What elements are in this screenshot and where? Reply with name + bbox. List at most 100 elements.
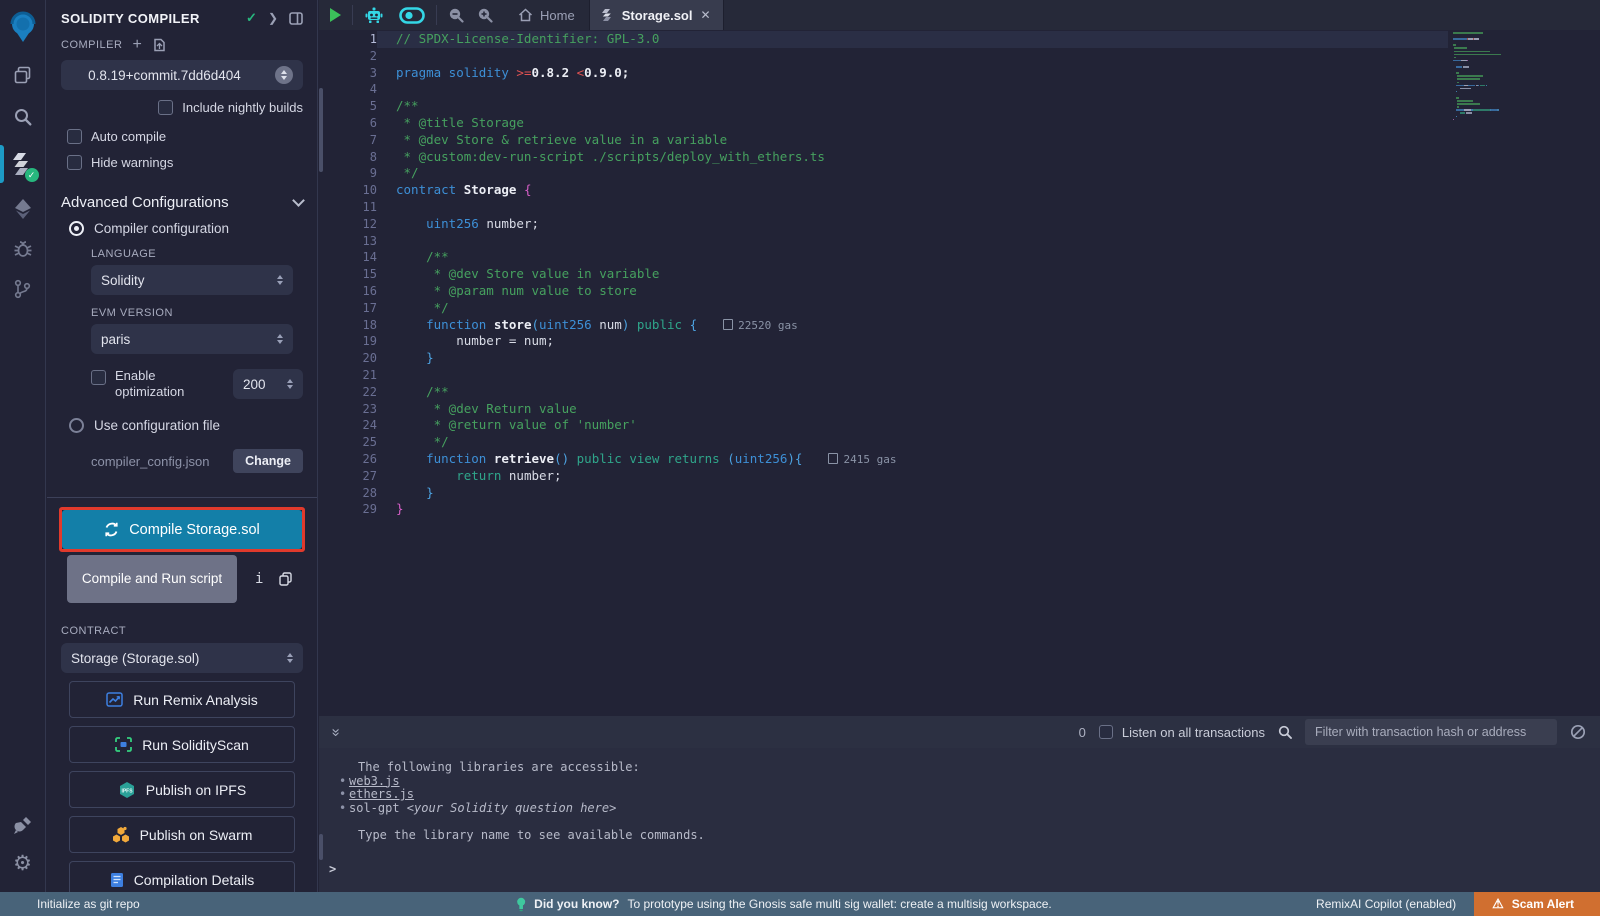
file-explorer-icon[interactable] bbox=[0, 56, 46, 94]
deploy-run-icon[interactable] bbox=[0, 190, 46, 228]
tab-storage-sol[interactable]: Storage.sol ✕ bbox=[589, 0, 724, 30]
run-remix-analysis-button[interactable]: Run Remix Analysis bbox=[69, 681, 295, 718]
transaction-filter-input[interactable] bbox=[1305, 719, 1557, 745]
version-sort-icon bbox=[275, 66, 293, 84]
compile-button-label: Compile Storage.sol bbox=[129, 522, 260, 538]
solidity-compiler-panel: SOLIDITY COMPILER ✓ ❯ COMPILER + 0.8.19+… bbox=[47, 0, 318, 892]
language-label: LANGUAGE bbox=[91, 248, 303, 260]
status-bar: Initialize as git repo Did you know? To … bbox=[0, 892, 1600, 916]
hide-warnings-checkbox[interactable] bbox=[67, 155, 82, 170]
split-panel-icon[interactable] bbox=[289, 12, 303, 25]
terminal-collapse-icon[interactable]: « bbox=[327, 728, 344, 736]
info-icon[interactable]: i bbox=[255, 571, 263, 587]
chevron-right-icon[interactable]: ❯ bbox=[268, 11, 278, 25]
add-compiler-icon[interactable]: + bbox=[132, 36, 141, 54]
code-line: * @dev Store & retrieve value in a varia… bbox=[377, 132, 1448, 149]
remix-logo-icon[interactable] bbox=[0, 6, 46, 48]
include-nightly-checkbox[interactable] bbox=[158, 100, 173, 115]
optimization-runs-input[interactable]: 200 bbox=[233, 369, 303, 399]
ai-robot-icon bbox=[364, 5, 384, 25]
compile-success-badge: ✓ bbox=[25, 168, 39, 182]
code-line: */ bbox=[377, 434, 1448, 451]
terminal-scrollbar[interactable] bbox=[319, 834, 323, 860]
open-file-icon[interactable] bbox=[152, 38, 166, 52]
code-line: /** bbox=[377, 384, 1448, 401]
language-value: Solidity bbox=[101, 273, 145, 288]
transaction-count: 0 bbox=[1079, 725, 1086, 740]
listen-transactions-checkbox[interactable] bbox=[1099, 725, 1113, 739]
remix-ai-button[interactable] bbox=[353, 0, 395, 30]
library-link[interactable]: ethers.js bbox=[349, 787, 414, 801]
code-editor[interactable]: 1234567891011121314151617181920212223242… bbox=[319, 30, 1600, 716]
tip-text: To prototype using the Gnosis safe multi… bbox=[628, 897, 1052, 911]
advanced-configurations-label: Advanced Configurations bbox=[61, 194, 229, 211]
evm-version-select[interactable]: paris bbox=[91, 324, 293, 354]
search-icon[interactable] bbox=[0, 98, 46, 136]
compilation-details-label: Compilation Details bbox=[134, 872, 255, 888]
run-solidityscan-button[interactable]: Run SolidityScan bbox=[69, 726, 295, 763]
listen-transactions-label: Listen on all transactions bbox=[1122, 725, 1265, 740]
publish-on-ipfs-button[interactable]: IPFS Publish on IPFS bbox=[69, 771, 295, 808]
scam-alert-button[interactable]: ⚠ Scam Alert bbox=[1474, 892, 1600, 916]
compiler-version-select[interactable]: 0.8.19+commit.7dd6d404 bbox=[61, 60, 303, 90]
lightbulb-icon bbox=[516, 897, 526, 912]
panel-scrollbar[interactable] bbox=[319, 88, 323, 172]
ai-toggle-icon bbox=[399, 7, 425, 24]
tab-close-icon[interactable]: ✕ bbox=[700, 8, 710, 22]
editor-minimap[interactable] bbox=[1448, 32, 1600, 716]
run-script-button[interactable] bbox=[319, 0, 352, 30]
terminal-line: •sol-gpt <your Solidity question here> bbox=[339, 802, 1600, 816]
compile-tooltip: Compile and Run script bbox=[67, 555, 237, 603]
compiler-version-value: 0.8.19+commit.7dd6d404 bbox=[88, 68, 241, 83]
enable-optimization-checkbox[interactable] bbox=[91, 370, 106, 385]
settings-gear-icon[interactable]: ⚙ bbox=[0, 844, 46, 882]
git-icon[interactable] bbox=[0, 270, 46, 308]
optimization-runs-value: 200 bbox=[243, 377, 266, 392]
git-init-status[interactable]: Initialize as git repo bbox=[37, 897, 140, 911]
terminal-line bbox=[339, 815, 1600, 829]
home-icon bbox=[518, 8, 533, 22]
solidity-compiler-icon[interactable]: ✓ bbox=[0, 142, 46, 186]
gas-estimate: 2415 gas bbox=[828, 453, 896, 466]
refresh-icon bbox=[104, 522, 119, 537]
auto-compile-checkbox[interactable] bbox=[67, 129, 82, 144]
chevron-down-icon bbox=[292, 194, 305, 207]
compilation-details-button[interactable]: Compilation Details bbox=[69, 861, 295, 892]
advanced-configurations-header[interactable]: Advanced Configurations bbox=[61, 194, 303, 211]
svg-text:IPFS: IPFS bbox=[121, 788, 133, 794]
plugin-manager-icon[interactable] bbox=[0, 806, 46, 844]
code-line bbox=[377, 233, 1448, 250]
line-number-gutter: 1234567891011121314151617181920212223242… bbox=[319, 31, 377, 518]
copy-icon[interactable] bbox=[279, 572, 292, 586]
evm-version-label: EVM VERSION bbox=[91, 307, 303, 319]
code-line bbox=[377, 199, 1448, 216]
code-line: * @param num value to store bbox=[377, 283, 1448, 300]
compile-button[interactable]: Compile Storage.sol bbox=[62, 510, 302, 549]
code-line: */ bbox=[377, 165, 1448, 182]
code-line: } bbox=[377, 501, 1448, 518]
block-circle-icon[interactable] bbox=[1570, 724, 1586, 740]
debugger-icon[interactable] bbox=[0, 230, 46, 268]
change-config-button[interactable]: Change bbox=[233, 449, 303, 473]
editor-toolbar: Home Storage.sol ✕ bbox=[319, 0, 1600, 30]
zoom-out-button[interactable] bbox=[437, 0, 475, 30]
code-line: uint256 number; bbox=[377, 216, 1448, 233]
tip-bold: Did you know? bbox=[534, 897, 619, 911]
code-line: * @custom:dev-run-script ./scripts/deplo… bbox=[377, 149, 1448, 166]
terminal-output[interactable]: The following libraries are accessible:•… bbox=[319, 748, 1600, 892]
tab-home[interactable]: Home bbox=[504, 0, 589, 30]
publish-on-ipfs-label: Publish on IPFS bbox=[146, 782, 246, 798]
code-line: */ bbox=[377, 300, 1448, 317]
ai-copilot-toggle[interactable] bbox=[395, 0, 436, 30]
contract-select[interactable]: Storage (Storage.sol) bbox=[61, 643, 303, 673]
compiler-configuration-label: Compiler configuration bbox=[94, 221, 229, 236]
publish-on-swarm-button[interactable]: Publish on Swarm bbox=[69, 816, 295, 853]
zoom-in-button[interactable] bbox=[475, 0, 504, 30]
config-file-name[interactable]: compiler_config.json bbox=[91, 454, 210, 469]
code-line: * @title Storage bbox=[377, 115, 1448, 132]
library-link[interactable]: web3.js bbox=[349, 774, 400, 788]
use-configuration-file-radio[interactable] bbox=[69, 418, 84, 433]
compiler-configuration-radio[interactable] bbox=[69, 221, 84, 236]
language-select[interactable]: Solidity bbox=[91, 265, 293, 295]
play-icon bbox=[330, 8, 341, 22]
